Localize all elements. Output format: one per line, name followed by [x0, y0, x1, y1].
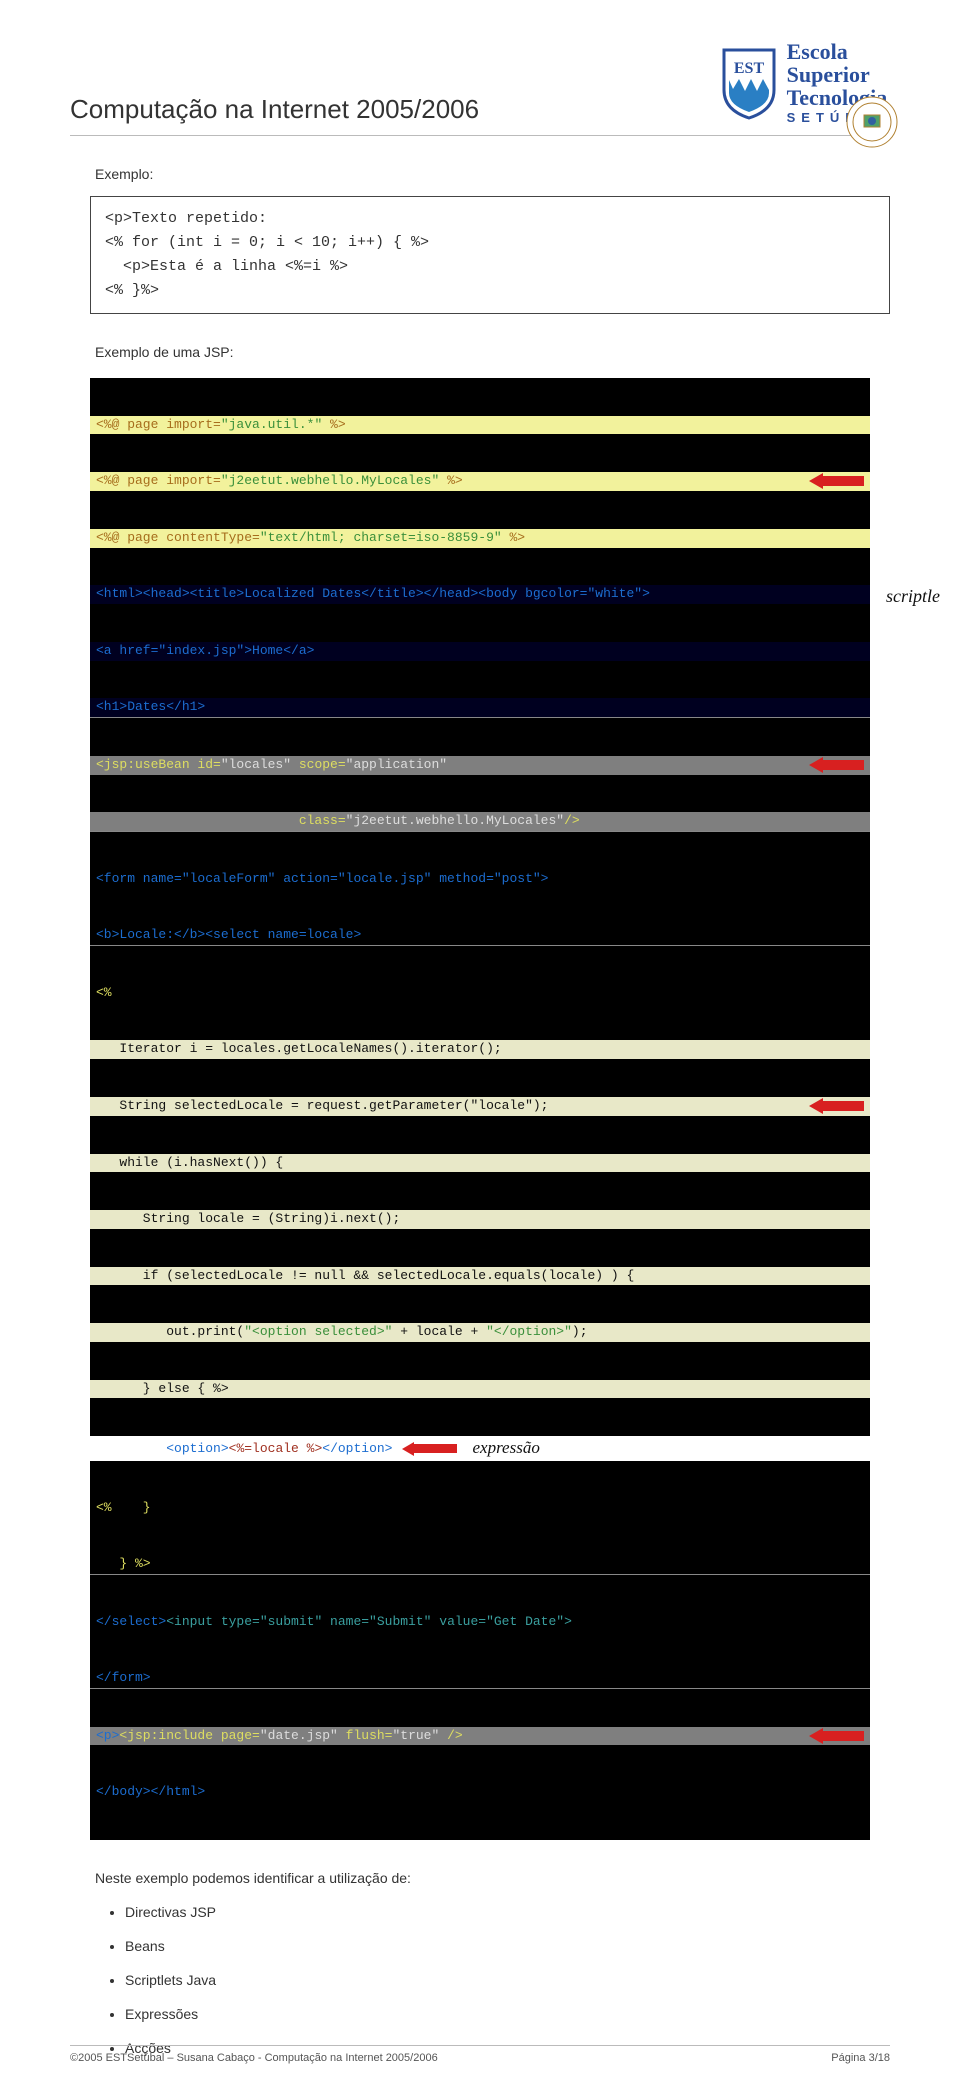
jsp-scriptlet-line: if (selectedLocale != null && selectedLo…	[90, 1267, 870, 1286]
code-line: <p>Esta é a linha <%=i %>	[105, 255, 875, 279]
jsp-label: Exemplo de uma JSP:	[95, 344, 890, 360]
list-item: Directivas JSP	[125, 1904, 890, 1920]
footer-left: ©2005 ESTSetúbal – Susana Cabaço - Compu…	[70, 2052, 438, 2064]
svg-text:EST: EST	[733, 60, 764, 77]
list-item: Expressões	[125, 2006, 890, 2022]
expression-annotation: expressão	[467, 1436, 544, 1461]
code-box: <p>Texto repetido: <% for (int i = 0; i …	[90, 196, 890, 314]
jsp-directive-line: <%@ page contentType="text/html; charset…	[90, 529, 870, 548]
jsp-usebean-line: <jsp:useBean id="locales" scope="applica…	[90, 756, 870, 775]
footer: ©2005 ESTSetúbal – Susana Cabaço - Compu…	[70, 2037, 890, 2064]
jsp-include-line: <p><jsp:include page="date.jsp" flush="t…	[90, 1727, 870, 1746]
jsp-scriptlet-line: out.print("<option selected>" + locale +…	[90, 1323, 870, 1342]
jsp-html-line: <html><head><title>Localized Dates</titl…	[90, 585, 870, 604]
jsp-scriptlet-open: <%	[90, 984, 870, 1003]
header: Computação na Internet 2005/2006 EST Esc…	[70, 40, 890, 125]
jsp-scriptlet-line: while (i.hasNext()) {	[90, 1154, 870, 1173]
jsp-scriptlet-line: } else { %>	[90, 1380, 870, 1399]
page: Computação na Internet 2005/2006 EST Esc…	[0, 0, 960, 2094]
arrow-icon	[809, 1098, 864, 1114]
logo: EST Escola Superior Tecnologia SETÚBAL	[719, 40, 890, 125]
jsp-html-line: <form name="localeForm" action="locale.j…	[90, 870, 870, 889]
code-line: <% }%>	[105, 279, 875, 303]
arrow-icon	[809, 1728, 864, 1744]
shield-icon: EST	[719, 45, 779, 120]
list-item: Beans	[125, 1938, 890, 1954]
jsp-scriptlet-line: <% }	[90, 1499, 870, 1518]
jsp-scriptlet-line: Iterator i = locales.getLocaleNames().it…	[90, 1040, 870, 1059]
jsp-scriptlet-line: String locale = (String)i.next();	[90, 1210, 870, 1229]
jsp-directive-line: <%@ page import="j2eetut.webhello.MyLoca…	[90, 472, 870, 491]
scriptlet-annotation: scriptle	[886, 586, 940, 607]
example-label: Exemplo:	[95, 166, 890, 182]
identify-list: Directivas JSP Beans Scriptlets Java Exp…	[125, 1904, 890, 2056]
arrow-icon	[809, 473, 864, 489]
footer-divider	[70, 2045, 890, 2046]
jsp-scriptlet-close: } %>	[90, 1555, 870, 1575]
jsp-html-line: </select><input type="submit" name="Subm…	[90, 1613, 870, 1632]
arrow-icon	[809, 757, 864, 773]
list-item: Scriptlets Java	[125, 1972, 890, 1988]
arrow-icon	[402, 1442, 457, 1456]
jsp-expression-line: <option><%=locale %></option>expressão	[90, 1436, 870, 1461]
identify-text: Neste exemplo podemos identificar a util…	[95, 1870, 890, 1886]
page-title: Computação na Internet 2005/2006	[70, 94, 479, 125]
jsp-html-line: <a href="index.jsp">Home</a>	[90, 642, 870, 661]
code-line: <% for (int i = 0; i < 10; i++) { %>	[105, 231, 875, 255]
jsp-html-line: </form>	[90, 1669, 870, 1689]
logo-line2: Superior	[787, 63, 890, 86]
jsp-code: <%@ page import="java.util.*" %> <%@ pag…	[90, 378, 870, 1840]
jsp-html-line: <h1>Dates</h1>	[90, 698, 870, 718]
jsp-sample: scriptle <%@ page import="java.util.*" %…	[90, 378, 870, 1840]
jsp-directive-line: <%@ page import="java.util.*" %>	[90, 416, 870, 435]
seal-icon	[845, 95, 900, 150]
header-divider	[70, 135, 890, 136]
jsp-scriptlet-line: String selectedLocale = request.getParam…	[90, 1097, 870, 1116]
jsp-usebean-line: class="j2eetut.webhello.MyLocales"/>	[90, 812, 870, 832]
jsp-html-line: </body></html>	[90, 1783, 870, 1802]
footer-right: Página 3/18	[831, 2052, 890, 2064]
jsp-html-line: <b>Locale:</b><select name=locale>	[90, 926, 870, 946]
code-line: <p>Texto repetido:	[105, 207, 875, 231]
logo-line1: Escola	[787, 40, 890, 63]
